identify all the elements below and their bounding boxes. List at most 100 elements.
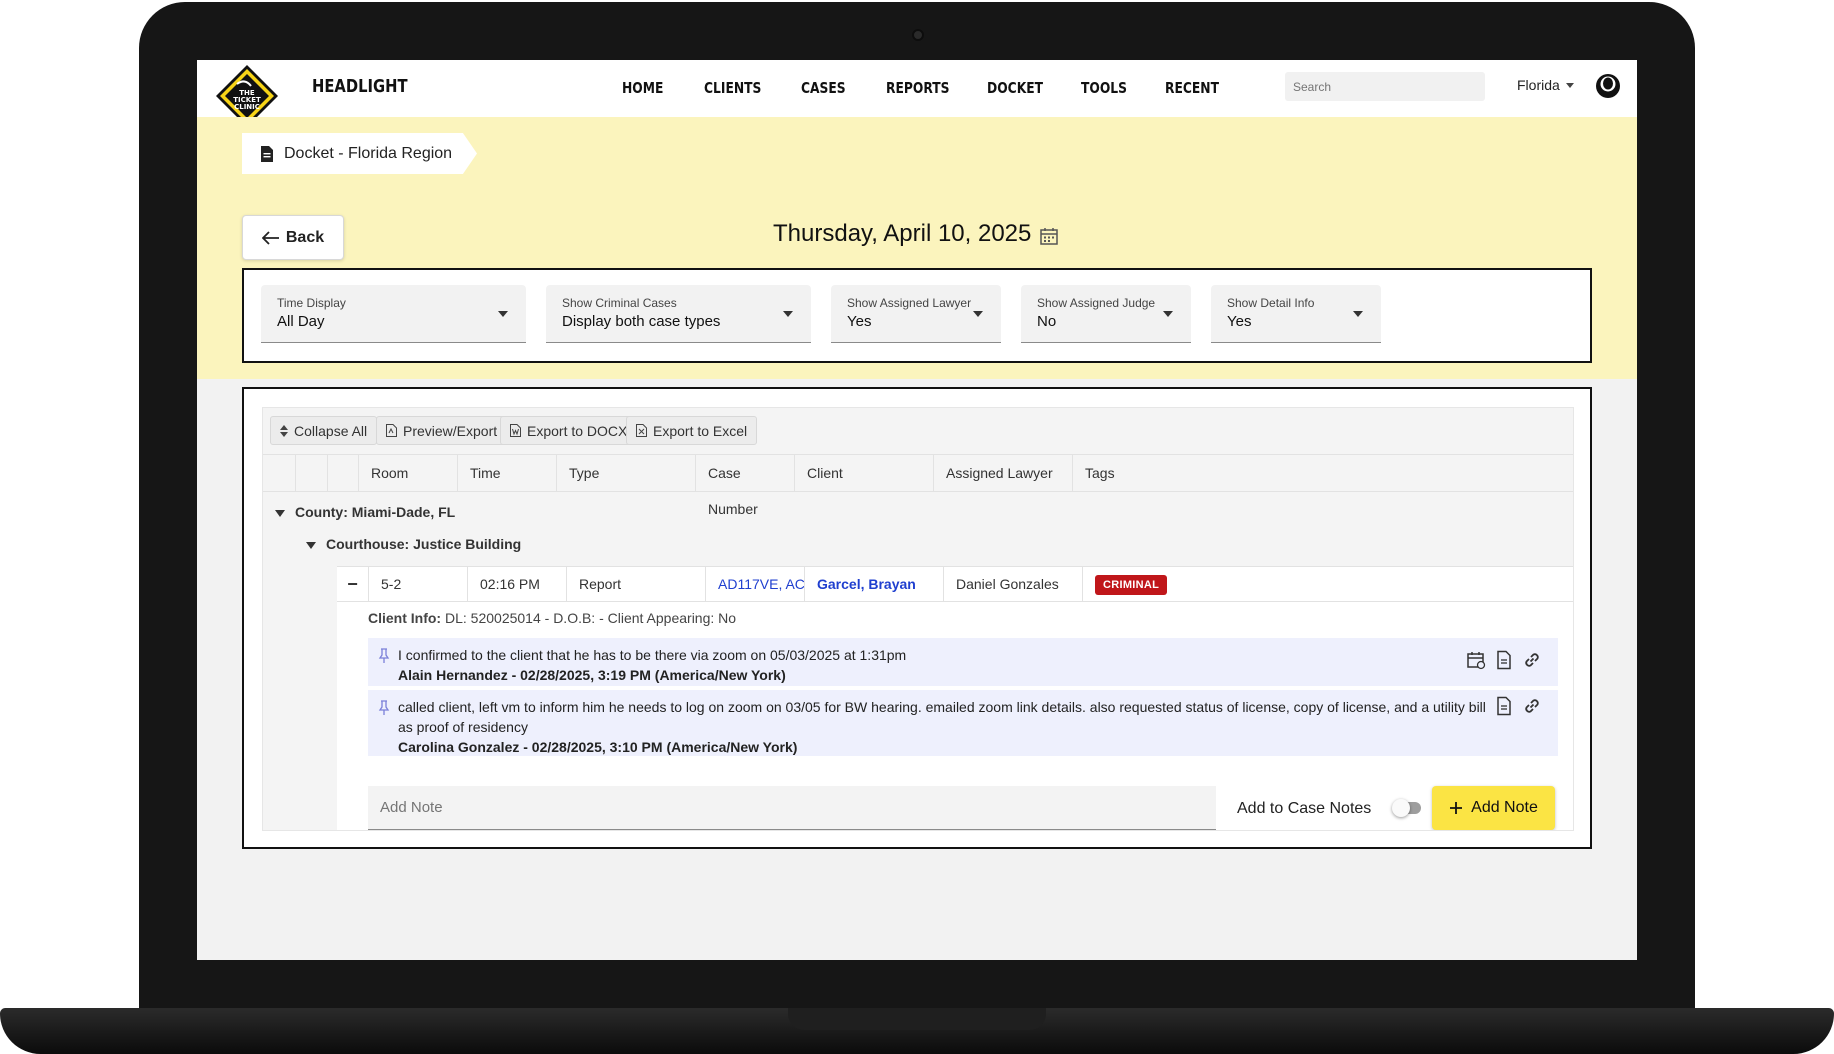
add-to-case-notes-label: Add to Case Notes <box>1237 800 1372 817</box>
courthouse-group-label: Courthouse: Justice Building <box>326 536 522 552</box>
time-display-select[interactable]: Time Display All Day <box>261 285 526 343</box>
pin-icon[interactable] <box>378 648 390 664</box>
user-avatar-icon[interactable] <box>1595 73 1621 99</box>
breadcrumb: Docket - Florida Region <box>242 133 477 174</box>
add-note-button-label: Add Note <box>1471 799 1538 816</box>
dropdown-arrow-icon <box>1353 311 1363 317</box>
criminal-cases-select[interactable]: Show Criminal Cases Display both case ty… <box>546 285 811 343</box>
excel-file-icon <box>636 424 647 437</box>
nav-cases[interactable]: CASES <box>801 79 846 97</box>
table-row[interactable]: − 5-2 02:16 PM Report AD117VE, AC... Gar… <box>337 566 1573 602</box>
client-info-value: DL: 520025014 - D.O.B: - Client Appearin… <box>445 610 737 626</box>
client-link[interactable]: Garcel, Brayan <box>804 567 943 601</box>
cell-type: Report <box>566 567 705 601</box>
collapse-triangle-icon[interactable] <box>275 509 285 517</box>
collapse-row-icon[interactable]: − <box>337 567 368 601</box>
header-spacer <box>327 455 358 491</box>
chevron-down-icon <box>1565 82 1574 88</box>
case-number-link[interactable]: AD117VE, AC... <box>705 567 804 601</box>
link-icon[interactable] <box>1522 696 1542 716</box>
collapse-triangle-icon[interactable] <box>306 541 316 549</box>
filter-panel: Time Display All Day Show Criminal Cases… <box>242 268 1592 363</box>
nav-home[interactable]: HOME <box>622 79 663 97</box>
filter-value: Yes <box>1227 313 1252 330</box>
app-screen: THE TICKET CLINIC HEADLIGHT HOME CLIENTS… <box>197 60 1637 960</box>
search-input[interactable] <box>1285 72 1485 101</box>
document-icon[interactable] <box>1494 696 1514 716</box>
docket-grid: Collapse All Preview/Export Export to DO… <box>262 407 1574 831</box>
laptop-notch <box>788 1008 1046 1030</box>
nav-docket[interactable]: DOCKET <box>987 79 1043 97</box>
docket-date-title: Thursday, April 10, 2025 <box>773 220 1032 247</box>
client-info: Client Info: DL: 520025014 - D.O.B: - Cl… <box>368 610 736 626</box>
export-docx-button[interactable]: Export to DOCX <box>500 416 638 445</box>
filter-label: Show Assigned Lawyer <box>847 296 972 310</box>
column-header-time[interactable]: Time <box>457 455 556 491</box>
note-item: called client, left vm to inform him he … <box>368 690 1558 756</box>
nav-recent[interactable]: RECENT <box>1165 79 1219 97</box>
link-icon[interactable] <box>1522 650 1542 670</box>
filter-label: Show Criminal Cases <box>562 296 677 310</box>
filter-value: All Day <box>277 313 325 330</box>
county-group-label: County: Miami-Dade, FL <box>295 504 456 520</box>
nav-clients[interactable]: CLIENTS <box>704 79 761 97</box>
assigned-judge-select[interactable]: Show Assigned Judge No <box>1021 285 1191 343</box>
word-file-icon <box>510 424 521 437</box>
cell-lawyer: Daniel Gonzales <box>943 567 1082 601</box>
column-header-assigned-lawyer[interactable]: Assigned Lawyer <box>933 455 1072 491</box>
export-excel-button[interactable]: Export to Excel <box>626 416 758 445</box>
detail-info-select[interactable]: Show Detail Info Yes <box>1211 285 1381 343</box>
filter-value: Display both case types <box>562 313 721 330</box>
assigned-lawyer-select[interactable]: Show Assigned Lawyer Yes <box>831 285 1001 343</box>
plus-icon <box>1450 802 1463 814</box>
filter-value: No <box>1037 313 1057 330</box>
region-label: Florida <box>1517 77 1560 93</box>
dropdown-arrow-icon <box>498 311 508 317</box>
criminal-tag-badge: CRIMINAL <box>1095 575 1168 596</box>
cell-time: 02:16 PM <box>467 567 566 601</box>
collapse-all-button[interactable]: Collapse All <box>270 416 378 445</box>
calendar-event-icon[interactable] <box>1466 650 1486 670</box>
row-detail-panel: Client Info: DL: 520025014 - D.O.B: - Cl… <box>337 602 1573 830</box>
nav-tools[interactable]: TOOLS <box>1081 79 1127 97</box>
document-icon <box>261 145 273 162</box>
export-docx-label: Export to DOCX <box>527 422 628 439</box>
column-header-room[interactable]: Room <box>358 455 457 491</box>
breadcrumb-label: Docket - Florida Region <box>284 144 453 162</box>
app-title[interactable]: HEADLIGHT <box>312 76 408 97</box>
preview-export-label: Preview/Export <box>403 422 498 439</box>
note-actions <box>1466 650 1542 670</box>
toggle-knob <box>1392 799 1410 817</box>
filter-value: Yes <box>847 313 872 330</box>
back-button-label: Back <box>285 228 325 246</box>
nav-reports[interactable]: REPORTS <box>886 79 950 97</box>
county-group-row[interactable]: County: Miami-Dade, FL <box>275 494 455 530</box>
pin-icon[interactable] <box>378 700 390 716</box>
region-dropdown[interactable]: Florida <box>1517 77 1574 93</box>
back-button[interactable]: Back <box>242 215 344 260</box>
filter-label: Show Assigned Judge <box>1037 296 1156 310</box>
add-note-input[interactable] <box>368 786 1216 830</box>
column-header-tags[interactable]: Tags <box>1072 455 1573 491</box>
calendar-icon[interactable] <box>1039 226 1059 246</box>
add-to-case-notes-toggle[interactable] <box>1392 799 1421 817</box>
dropdown-arrow-icon <box>783 311 793 317</box>
document-icon[interactable] <box>1494 650 1514 670</box>
preview-export-button[interactable]: Preview/Export <box>376 416 508 445</box>
note-text: called client, left vm to inform him he … <box>398 699 1486 735</box>
column-header-type[interactable]: Type <box>556 455 695 491</box>
dropdown-arrow-icon <box>1163 311 1173 317</box>
svg-text:CLINIC: CLINIC <box>234 103 260 111</box>
cell-room: 5-2 <box>368 567 467 601</box>
note-actions <box>1494 696 1542 716</box>
pdf-file-icon <box>386 424 397 437</box>
note-author: Alain Hernandez - 02/28/2025, 3:19 PM (A… <box>398 667 786 683</box>
courthouse-group-row[interactable]: Courthouse: Justice Building <box>306 526 521 562</box>
column-header-client[interactable]: Client <box>794 455 933 491</box>
column-header-case-number[interactable]: Case Number <box>695 455 794 517</box>
arrow-left-icon <box>261 230 279 245</box>
dropdown-arrow-icon <box>973 311 983 317</box>
add-note-button[interactable]: Add Note <box>1432 786 1555 830</box>
sort-arrows-icon <box>280 424 288 437</box>
docket-grid-panel: Collapse All Preview/Export Export to DO… <box>242 387 1592 849</box>
